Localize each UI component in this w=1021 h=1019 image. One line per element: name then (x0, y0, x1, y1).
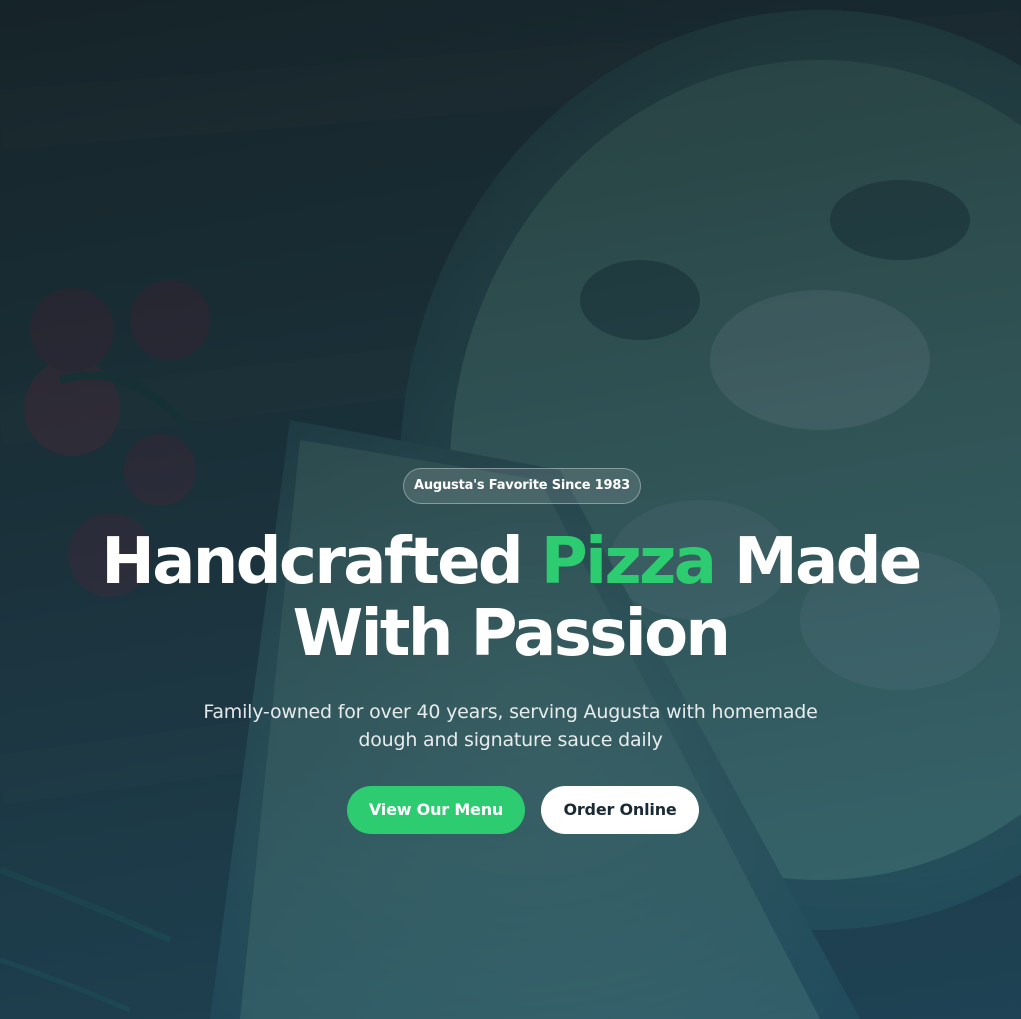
headline-part1: Handcrafted (101, 525, 541, 599)
hero-headline: Handcrafted Pizza Made With Passion (40, 526, 981, 670)
since-badge: Augusta's Favorite Since 1983 (403, 468, 641, 504)
hero-content: Augusta's Favorite Since 1983 Handcrafte… (0, 0, 1021, 1019)
headline-accent: Pizza (540, 525, 717, 599)
view-menu-button[interactable]: View Our Menu (347, 786, 525, 834)
headline-part2: Made (714, 525, 922, 599)
order-online-button[interactable]: Order Online (541, 786, 699, 834)
subtext-line2: dough and signature sauce daily (358, 729, 663, 751)
hero-section: Augusta's Favorite Since 1983 Handcrafte… (0, 0, 1021, 1019)
headline-line2: With Passion (292, 597, 731, 671)
subtext-line1: Family-owned for over 40 years, serving … (203, 701, 818, 723)
hero-subtext: Family-owned for over 40 years, serving … (160, 698, 861, 754)
